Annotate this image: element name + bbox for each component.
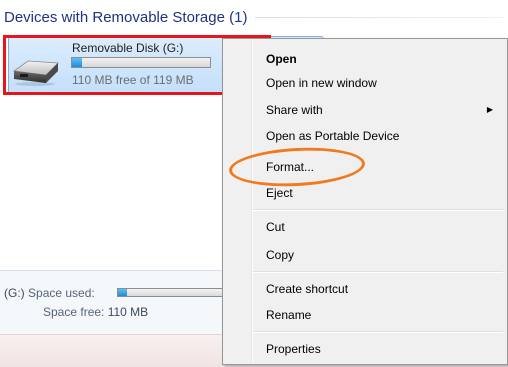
space-free-label: Space free: <box>43 305 105 319</box>
drive-capacity-bar <box>71 57 211 68</box>
menu-item-eject[interactable]: Eject <box>225 182 505 204</box>
menu-item-open-new-window[interactable]: Open in new window <box>225 72 505 94</box>
menu-item-copy[interactable]: Copy <box>225 244 505 266</box>
menu-separator <box>253 209 503 211</box>
group-title: Devices with Removable Storage (1) <box>4 8 248 26</box>
space-used-fill <box>118 289 127 296</box>
drive-name: Removable Disk (G:) <box>72 41 184 55</box>
space-used-row: (G:) Space used: <box>4 286 95 300</box>
space-free-row: Space free: 110 MB <box>43 305 148 319</box>
menu-item-create-shortcut[interactable]: Create shortcut <box>225 278 505 300</box>
menu-item-open[interactable]: Open <box>225 48 505 70</box>
drive-letter: (G:) <box>4 286 25 300</box>
removable-disk-icon <box>12 60 59 86</box>
menu-item-properties[interactable]: Properties <box>225 338 505 360</box>
space-used-bar <box>117 288 237 297</box>
menu-item-share-with[interactable]: Share with ▶ <box>225 99 505 121</box>
drive-capacity-fill <box>72 58 83 67</box>
submenu-arrow-icon: ▶ <box>486 105 493 114</box>
menu-item-cut[interactable]: Cut <box>225 216 505 238</box>
menu-item-rename[interactable]: Rename <box>225 304 505 326</box>
space-used-label: Space used: <box>28 286 95 300</box>
space-free-value: 110 MB <box>107 305 149 319</box>
menu-item-share-with-label: Share with <box>266 103 323 117</box>
drive-free-space: 110 MB free of 119 MB <box>72 73 194 87</box>
menu-separator <box>253 331 503 333</box>
menu-separator <box>253 271 503 273</box>
group-divider <box>255 16 504 18</box>
group-header[interactable]: Devices with Removable Storage (1) <box>4 6 504 28</box>
menu-item-open-portable[interactable]: Open as Portable Device <box>225 125 505 147</box>
context-menu: Open Open in new window Share with ▶ Ope… <box>222 38 508 365</box>
menu-item-format[interactable]: Format... <box>225 156 505 178</box>
